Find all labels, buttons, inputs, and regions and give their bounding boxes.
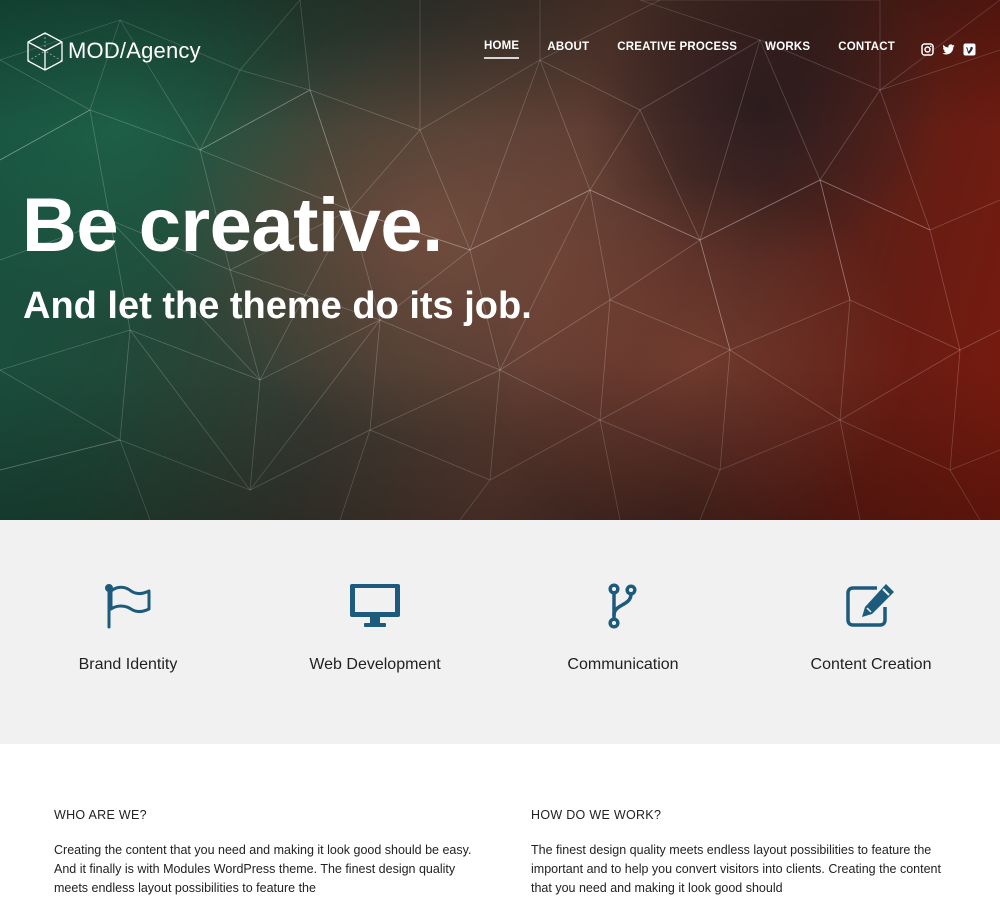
vimeo-icon[interactable] xyxy=(963,43,976,56)
service-label: Brand Identity xyxy=(78,656,178,673)
who-are-we-title: WHO ARE WE? xyxy=(54,808,147,822)
brand-name: MOD/Agency xyxy=(68,38,201,63)
who-are-we-column: WHO ARE WE? Creating the content that yo… xyxy=(54,808,474,898)
service-communication[interactable]: Communication xyxy=(498,582,748,674)
service-label: Web Development xyxy=(309,656,441,673)
services-section: Brand Identity Web Development Communica… xyxy=(0,520,1000,744)
service-label: Communication xyxy=(567,656,679,673)
hero-headline: Be creative. xyxy=(22,183,443,268)
service-web-development[interactable]: Web Development xyxy=(250,582,500,674)
monitor-icon xyxy=(250,582,500,630)
nav-home[interactable]: HOME xyxy=(484,40,520,59)
hero-subheadline: And let the theme do its job. xyxy=(23,285,532,327)
flag-icon xyxy=(3,582,253,630)
social-links xyxy=(913,43,976,56)
brand-logo[interactable]: MOD/Agency xyxy=(24,30,201,72)
who-are-we-text: Creating the content that you need and m… xyxy=(54,843,472,895)
how-do-we-work-text: The finest design quality meets endless … xyxy=(531,843,941,895)
nav-works[interactable]: WORKS xyxy=(765,41,810,58)
service-brand-identity[interactable]: Brand Identity xyxy=(3,582,253,674)
service-content-creation[interactable]: Content Creation xyxy=(746,582,996,674)
instagram-icon[interactable] xyxy=(921,43,934,56)
about-section: WHO ARE WE? Creating the content that yo… xyxy=(0,744,1000,900)
hero-section: MOD/Agency HOME ABOUT CREATIVE PROCESS W… xyxy=(0,0,1000,520)
branch-icon xyxy=(498,582,748,630)
nav-contact[interactable]: CONTACT xyxy=(838,41,895,58)
nav-about[interactable]: ABOUT xyxy=(547,41,589,58)
how-do-we-work-column: HOW DO WE WORK? The finest design qualit… xyxy=(531,808,951,898)
edit-icon xyxy=(746,582,996,630)
service-label: Content Creation xyxy=(810,656,932,673)
nav-creative-process[interactable]: CREATIVE PROCESS xyxy=(617,41,737,58)
cube-logo-icon xyxy=(27,32,63,71)
how-do-we-work-title: HOW DO WE WORK? xyxy=(531,808,662,822)
main-nav: HOME ABOUT CREATIVE PROCESS WORKS CONTAC… xyxy=(484,40,976,59)
twitter-icon[interactable] xyxy=(942,43,955,56)
